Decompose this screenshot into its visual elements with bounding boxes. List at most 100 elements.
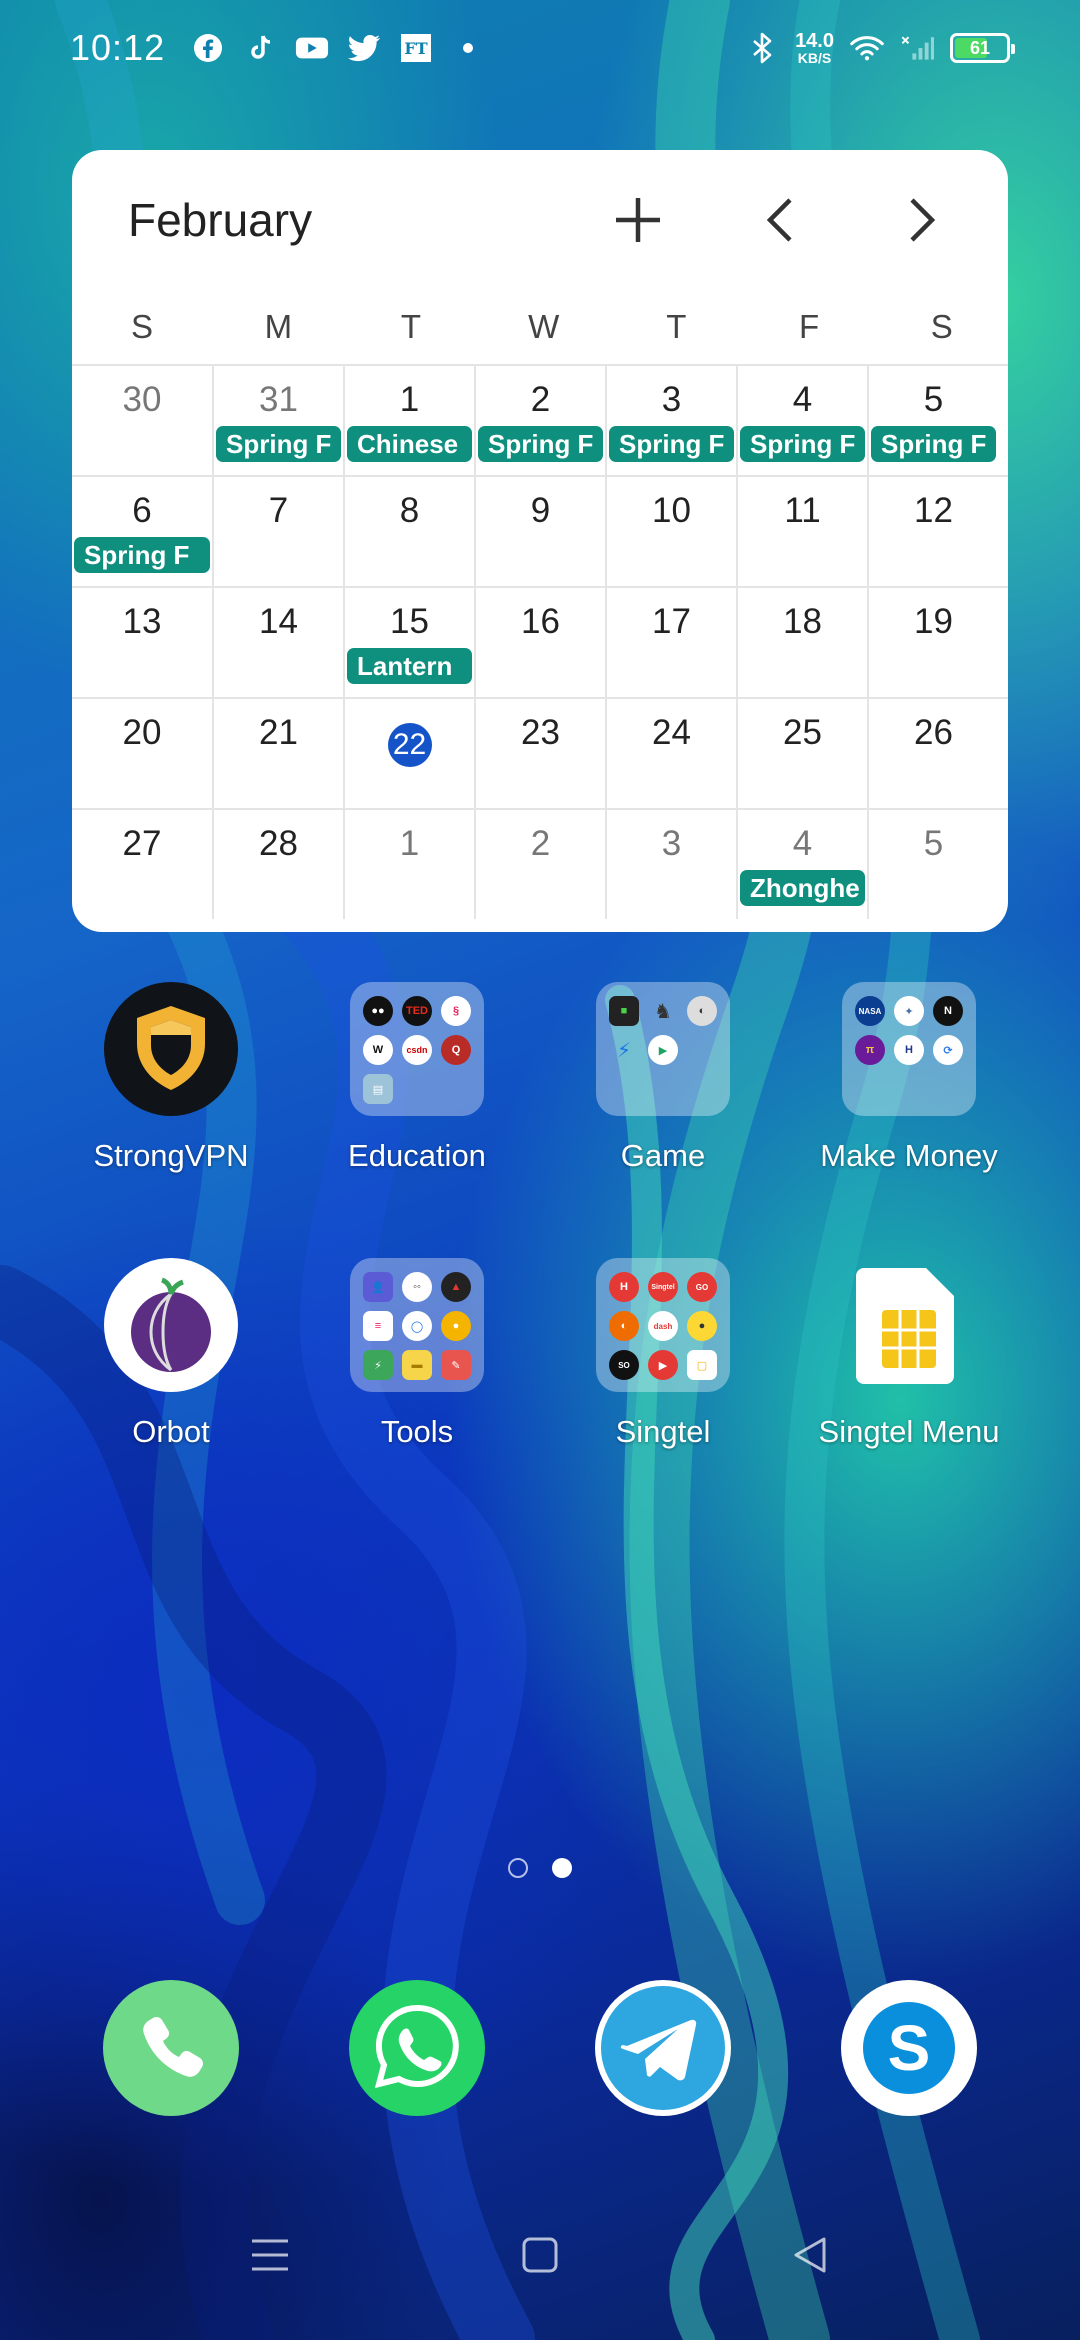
calendar-day-number: 23 <box>521 713 560 752</box>
calendar-day-cell[interactable]: 14 <box>212 588 343 697</box>
app-folder-education[interactable]: ●● TED § W csdn Q ▤ Education <box>297 982 537 1174</box>
calendar-day-cell[interactable]: 9 <box>474 477 605 586</box>
reader-icon: ▤ <box>363 1074 393 1104</box>
calendar-day-cell[interactable]: 1 Chinese <box>343 366 474 475</box>
calendar-event-chip[interactable]: Spring F <box>74 537 210 573</box>
calendar-week-row: 27 28 1 2 3 4 Zhonghe 5 <box>72 808 1008 919</box>
weekday-label: W <box>528 308 560 345</box>
dock-whatsapp-app[interactable] <box>349 1980 485 2116</box>
calendar-day-number: 27 <box>122 824 162 863</box>
navigation-bar <box>0 2200 1080 2310</box>
calendar-week-row: 13 14 15 Lantern 16 17 18 19 <box>72 586 1008 697</box>
calendar-day-cell[interactable]: 31 Spring F <box>212 366 343 475</box>
calendar-day-number: 1 <box>399 824 420 863</box>
calendar-event-chip[interactable]: Spring F <box>609 426 734 462</box>
battery-indicator: 61 <box>950 33 1015 63</box>
calendar-day-cell[interactable]: 25 <box>736 699 867 808</box>
skype-icon: S <box>841 1980 977 2116</box>
calendar-day-cell[interactable]: 1 <box>343 810 474 919</box>
education-folder-icon: ●● TED § W csdn Q ▤ <box>350 982 484 1116</box>
facebook-icon <box>191 31 225 65</box>
menu-icon <box>252 2239 288 2271</box>
weekday-label: S <box>130 308 153 345</box>
calendar-event-chip[interactable]: Spring F <box>740 426 865 462</box>
calendar-day-cell[interactable]: 3 Spring F <box>605 366 736 475</box>
calendar-day-cell[interactable]: 16 <box>474 588 605 697</box>
singtel-app-icon: ◐ <box>609 1311 639 1341</box>
calendar-day-cell[interactable]: 22 <box>343 699 474 808</box>
recents-button[interactable] <box>240 2225 300 2285</box>
calendar-day-cell[interactable]: 5 Spring F <box>867 366 998 475</box>
calendar-day-cell[interactable]: 6 Spring F <box>72 477 212 586</box>
dock-skype-app[interactable]: S <box>841 1980 977 2116</box>
app-label: StrongVPN <box>93 1138 249 1173</box>
calendar-day-cell[interactable]: 27 <box>72 810 212 919</box>
calendar-day-cell[interactable]: 8 <box>343 477 474 586</box>
calendar-day-cell[interactable]: 24 <box>605 699 736 808</box>
back-button[interactable] <box>780 2225 840 2285</box>
app-folder-make-money[interactable]: NASA ✦ N π H ⟳ Make Money <box>789 982 1029 1174</box>
calendar-day-cell[interactable]: 2 Spring F <box>474 366 605 475</box>
calendar-day-cell[interactable]: 17 <box>605 588 736 697</box>
network-speed-unit: KB/S <box>797 50 832 66</box>
calendar-day-cell[interactable]: 11 <box>736 477 867 586</box>
dock-telegram-app[interactable] <box>595 1980 731 2116</box>
page-dot[interactable] <box>508 1858 528 1878</box>
calendar-event-chip[interactable]: Lantern <box>347 648 472 684</box>
calendar-day-cell[interactable]: 10 <box>605 477 736 586</box>
tool-icon: ● <box>441 1311 471 1341</box>
previous-month-button[interactable] <box>750 190 810 250</box>
calendar-day-cell[interactable]: 28 <box>212 810 343 919</box>
calendar-event-chip[interactable]: Chinese <box>347 426 472 462</box>
game-app-icon: ◐ <box>687 996 717 1026</box>
calendar-event-chip[interactable]: Spring F <box>478 426 603 462</box>
notification-icons: FT <box>191 31 485 65</box>
calendar-day-number: 2 <box>530 824 551 863</box>
calendar-event-chip[interactable]: Spring F <box>216 426 341 462</box>
game-app-icon: ■ <box>609 996 639 1026</box>
tool-icon: ⚡ <box>363 1350 393 1380</box>
next-month-button[interactable] <box>892 190 952 250</box>
app-folder-game[interactable]: ■ ♞ ◐ ⚡ ▶ Game <box>543 982 783 1174</box>
wikipedia-icon: W <box>363 1035 393 1065</box>
calendar-day-cell[interactable]: 3 <box>605 810 736 919</box>
app-folder-singtel[interactable]: H Singtel GO ◐ dash ● SO ▶ ▢ Singtel <box>543 1258 783 1450</box>
calendar-day-cell[interactable]: 7 <box>212 477 343 586</box>
app-label: Singtel Menu <box>818 1414 1000 1449</box>
calendar-day-cell[interactable]: 5 <box>867 810 998 919</box>
calendar-day-cell[interactable]: 20 <box>72 699 212 808</box>
calendar-event-chip[interactable]: Spring F <box>871 426 996 462</box>
calendar-day-cell[interactable]: 12 <box>867 477 998 586</box>
calendar-day-number: 20 <box>122 713 162 752</box>
calendar-day-cell[interactable]: 23 <box>474 699 605 808</box>
add-event-button[interactable] <box>608 190 668 250</box>
tool-icon: ✎ <box>441 1350 471 1380</box>
calendar-day-cell[interactable]: 13 <box>72 588 212 697</box>
app-folder-tools[interactable]: 👤 ◦◦ ▲ ≡ ◯ ● ⚡ ▬ ✎ Tools <box>297 1258 537 1450</box>
weekday-header: S M T W T F S <box>72 290 1008 364</box>
calendar-event-chip[interactable]: Zhonghe <box>740 870 865 906</box>
dock-phone-app[interactable] <box>103 1980 239 2116</box>
home-button[interactable] <box>510 2225 570 2285</box>
calendar-day-cell[interactable]: 2 <box>474 810 605 919</box>
calendar-day-cell[interactable]: 21 <box>212 699 343 808</box>
plus-icon <box>616 198 660 242</box>
calendar-day-cell[interactable]: 19 <box>867 588 998 697</box>
calendar-day-cell[interactable]: 26 <box>867 699 998 808</box>
calendar-day-cell[interactable]: 18 <box>736 588 867 697</box>
calendar-day-cell[interactable]: 30 <box>72 366 212 475</box>
page-dot-current[interactable] <box>552 1858 572 1878</box>
app-strongvpn[interactable]: StrongVPN <box>51 982 291 1174</box>
calendar-day-number: 4 <box>792 824 813 863</box>
calendar-widget[interactable]: February S M T W T F S 30 31 Spring F 1 Chin… <box>72 150 1008 932</box>
calendar-day-number: 17 <box>652 602 691 641</box>
app-orbot[interactable]: Orbot <box>51 1258 291 1450</box>
app-singtel-menu[interactable]: Singtel Menu <box>789 1258 1029 1450</box>
pi-network-icon: π <box>855 1035 885 1065</box>
calendar-day-number: 3 <box>661 380 682 419</box>
calendar-day-number: 2 <box>530 380 551 419</box>
calendar-day-cell[interactable]: 4 Spring F <box>736 366 867 475</box>
calendar-day-cell[interactable]: 15 Lantern <box>343 588 474 697</box>
calendar-day-cell[interactable]: 4 Zhonghe <box>736 810 867 919</box>
money-app-icon: H <box>894 1035 924 1065</box>
